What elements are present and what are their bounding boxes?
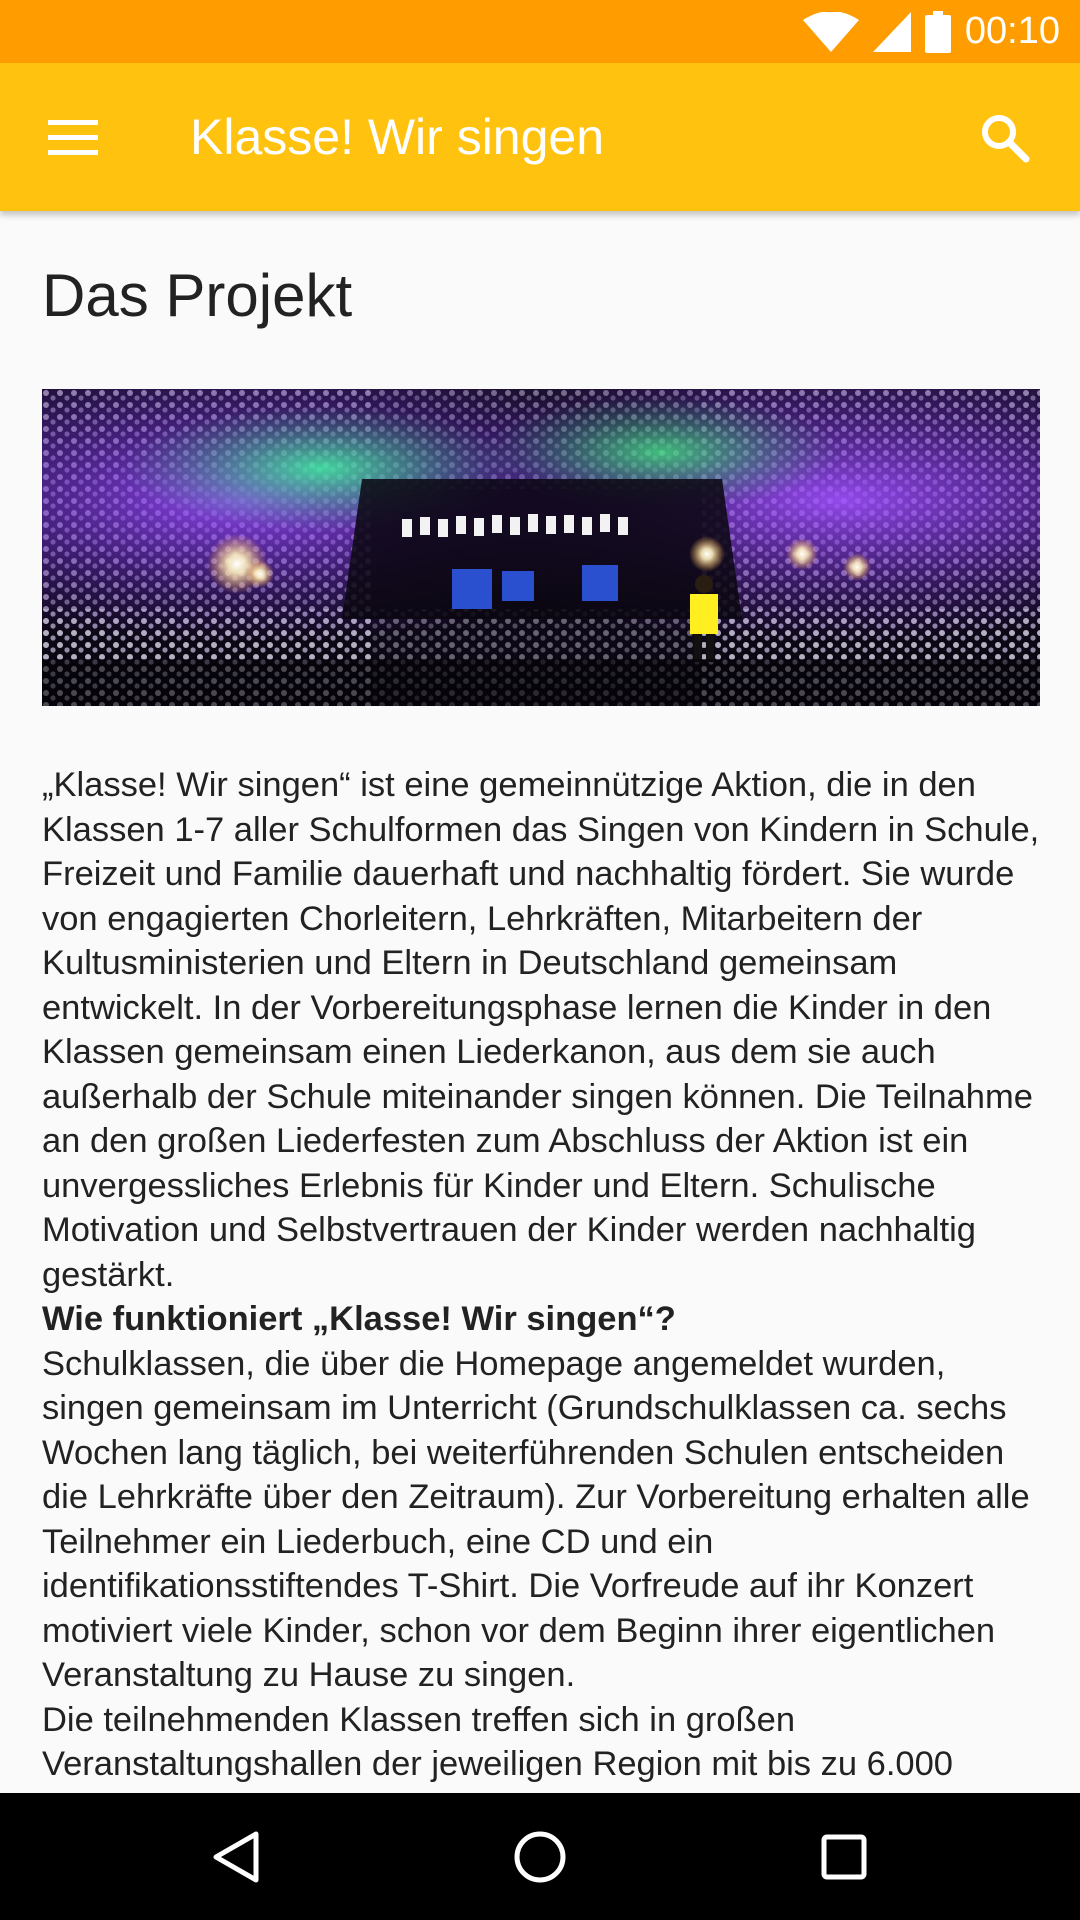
article-heading: Wie funktioniert „Klasse! Wir singen“? [42,1300,676,1338]
content-scroll-area[interactable]: Das Projekt „Klasse! Wir singen“ ist ein… [0,211,1080,1793]
menu-button[interactable] [28,93,118,183]
recents-icon [821,1834,867,1880]
navigation-bar [0,1793,1080,1920]
signal-icon [872,11,911,52]
app-bar: Klasse! Wir singen [0,63,1080,211]
hero-image [42,389,1040,706]
home-button[interactable] [495,1812,585,1902]
article-intro: „Klasse! Wir singen“ ist eine gemeinnütz… [42,766,1040,1294]
search-icon [982,115,1030,163]
recents-button[interactable] [799,1812,889,1902]
back-button[interactable] [191,1812,281,1902]
search-button[interactable] [960,93,1050,183]
wifi-icon [802,11,859,52]
home-icon [514,1831,566,1883]
article-body: „Klasse! Wir singen“ ist eine gemeinnütz… [42,763,1047,1787]
choir-concert-photo [42,389,1040,706]
menu-icon [48,120,98,155]
status-time: 00:10 [964,10,1060,52]
article-paragraph: Schulklassen, die über die Homepage ange… [42,1344,1030,1695]
back-icon [213,1831,259,1883]
page-title: Das Projekt [42,262,353,329]
status-bar: 00:10 [0,0,1080,63]
app-title: Klasse! Wir singen [190,109,605,165]
article-paragraph: Die teilnehmenden Klassen treffen sich i… [42,1700,953,1784]
status-icons: 00:10 [802,0,1060,63]
battery-icon [924,10,951,53]
